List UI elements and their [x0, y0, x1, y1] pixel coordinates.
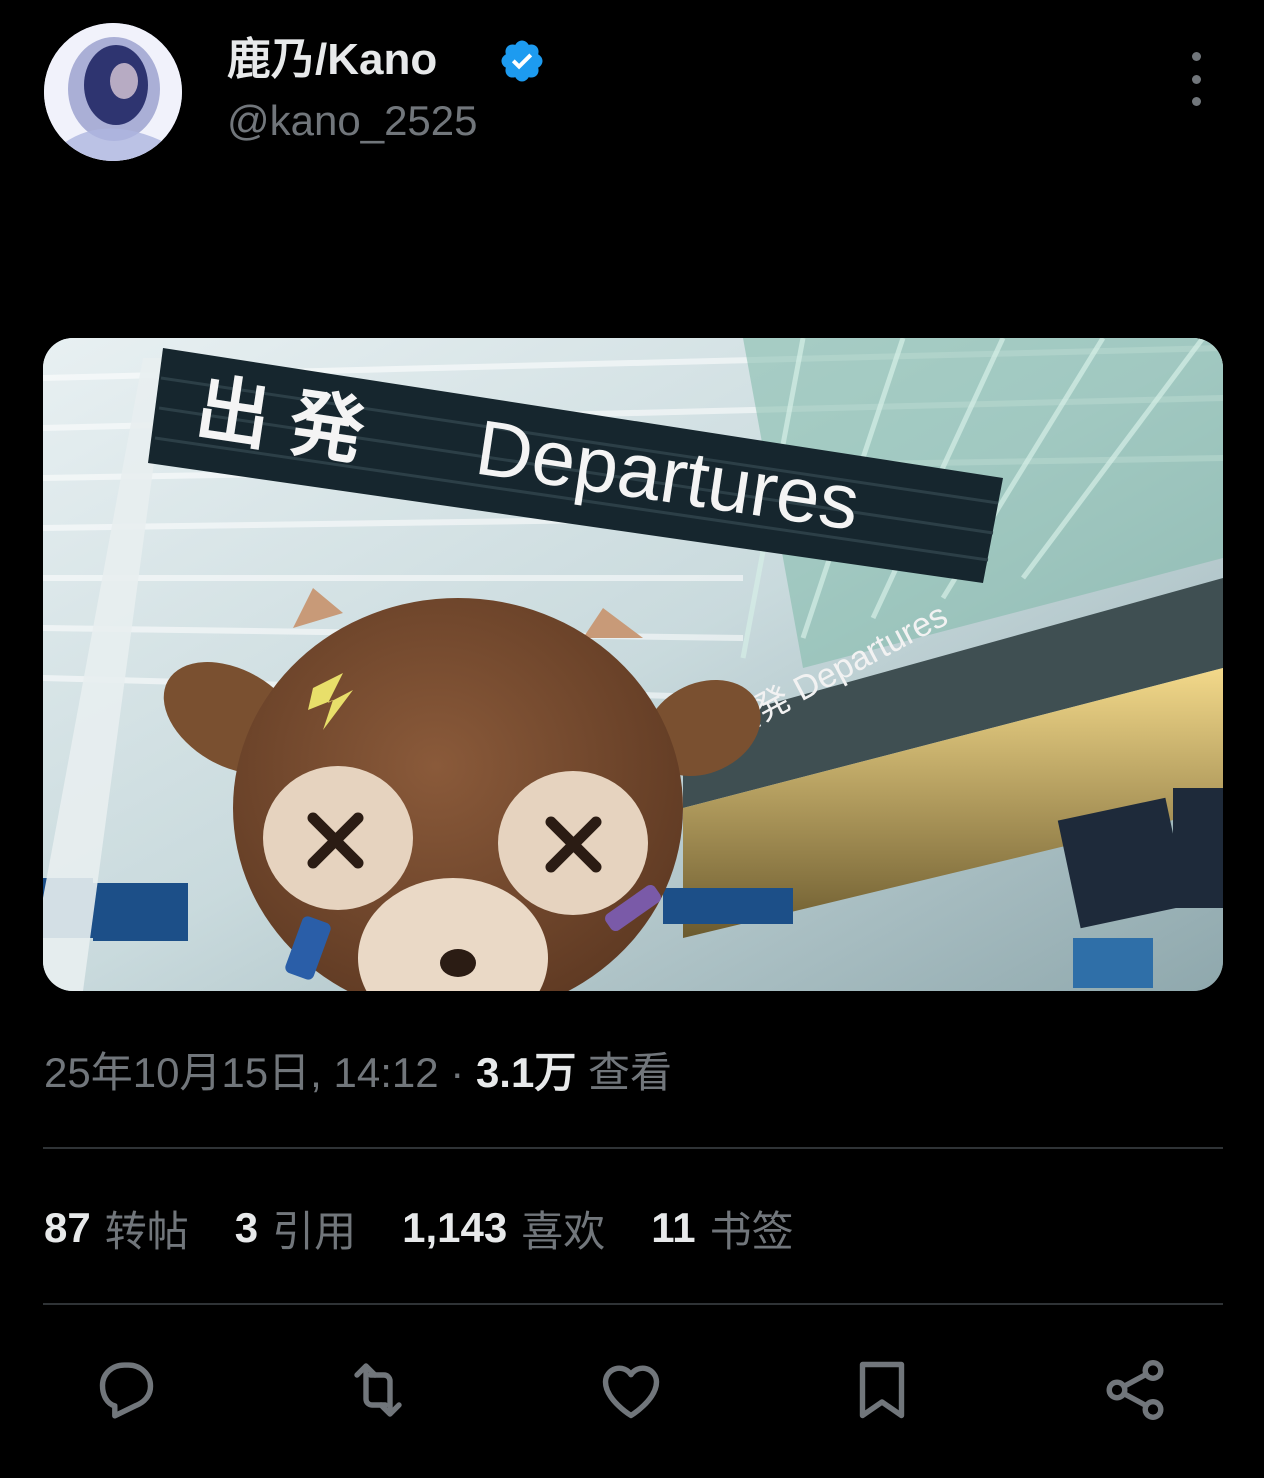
tweet-timestamp[interactable]: 25年10月15日, 14:12 [44, 1049, 439, 1096]
more-options-icon[interactable] [1176, 52, 1216, 106]
tweet-media-image[interactable]: 出発 Departures 出 発 Departures [43, 338, 1223, 991]
bookmark-button[interactable] [842, 1350, 922, 1430]
share-icon [1106, 1360, 1164, 1420]
heart-icon [602, 1365, 660, 1419]
share-button[interactable] [1095, 1350, 1175, 1430]
stat-reposts[interactable]: 87 转帖 [44, 1198, 189, 1259]
divider [43, 1303, 1223, 1305]
stat-label: 引用 [272, 1207, 357, 1255]
views-label: 查看 [588, 1049, 673, 1096]
avatar[interactable] [44, 23, 182, 161]
more-dot [1191, 52, 1201, 61]
tweet-meta: 25年10月15日, 14:12 · 3.1万 查看 [44, 1043, 672, 1103]
stat-label: 转帖 [104, 1207, 189, 1255]
action-bar [43, 1350, 1223, 1430]
stat-count: 3 [234, 1204, 259, 1251]
more-dot [1191, 74, 1201, 84]
airport-photo: 出発 Departures 出 発 Departures [43, 338, 1223, 991]
stat-bookmarks[interactable]: 11 书签 [651, 1198, 793, 1259]
author-handle[interactable]: @kano_2525 [227, 93, 478, 149]
repost-icon [354, 1363, 402, 1417]
bookmark-icon [859, 1361, 905, 1419]
author-display-name[interactable]: 鹿乃/Kano [227, 32, 437, 88]
stat-count: 87 [44, 1204, 91, 1251]
stat-label: 书签 [709, 1207, 794, 1255]
avatar-image [44, 23, 182, 161]
repost-button[interactable] [338, 1350, 418, 1430]
like-button[interactable] [591, 1350, 671, 1430]
stat-label: 喜欢 [521, 1207, 606, 1255]
meta-separator: · [450, 1049, 465, 1096]
stat-count: 1,143 [402, 1204, 508, 1251]
stat-likes[interactable]: 1,143 喜欢 [402, 1198, 605, 1259]
engagement-stats: 87 转帖 3 引用 1,143 喜欢 11 书签 [44, 1198, 840, 1258]
verified-badge-icon [501, 40, 543, 82]
reply-icon [99, 1362, 154, 1419]
divider [43, 1147, 1223, 1149]
stat-quotes[interactable]: 3 引用 [235, 1198, 356, 1259]
stat-count: 11 [651, 1204, 696, 1251]
views-count: 3.1万 [475, 1049, 577, 1096]
more-dot [1191, 97, 1201, 106]
reply-button[interactable] [85, 1350, 165, 1430]
